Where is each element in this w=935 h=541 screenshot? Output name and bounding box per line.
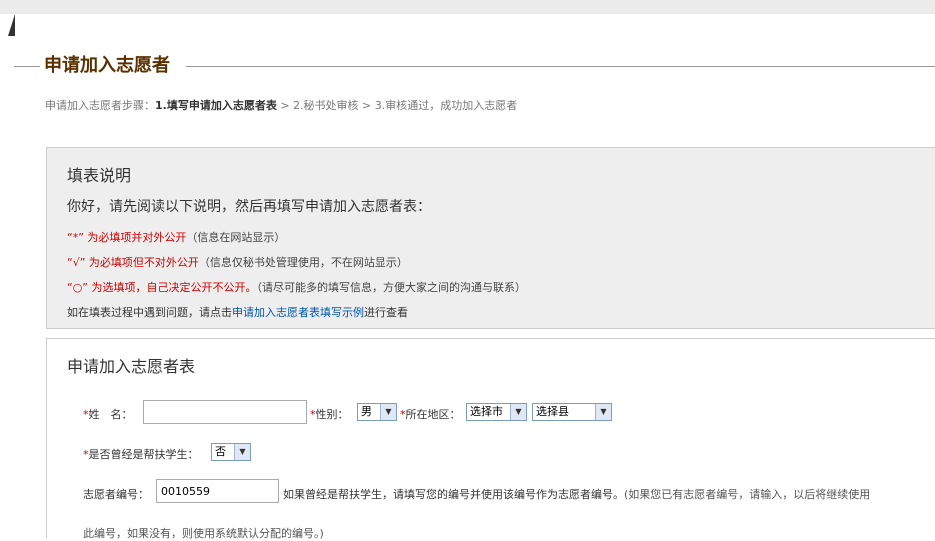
note-desc: （请尽可能多的填写信息，方便大家之间的沟通与联系） <box>256 281 527 294</box>
chevron-down-icon: ▼ <box>380 404 396 420</box>
name-input[interactable] <box>143 400 307 424</box>
note-required-private: “√” 为必填项但不对外公开 <box>67 256 199 269</box>
note-desc: （信息仅秘书处管理使用，不在网站显示） <box>198 256 408 269</box>
volunteer-id-hint: 如果曾经是帮扶学生，请填写您的编号并使用该编号作为志愿者编号。(如果您已有志愿者… <box>283 486 870 502</box>
instructions-greeting: 你好，请先阅读以下说明，然后再填写申请加入志愿者表： <box>67 199 431 215</box>
name-label: *姓 名： <box>83 408 133 421</box>
volunteer-id-input[interactable] <box>156 479 279 503</box>
corner-decoration <box>8 14 15 36</box>
chevron-down-icon: ▼ <box>510 404 526 420</box>
city-select[interactable]: 选择市 ▼ <box>466 403 527 421</box>
note-item: “*” 为必填项并对外公开（信息在网站显示） <box>67 229 285 245</box>
form-title: 申请加入志愿者表 <box>67 357 196 376</box>
chevron-down-icon: ▼ <box>595 404 611 420</box>
steps-prefix: 申请加入志愿者步骤： <box>45 99 155 112</box>
steps-current: 1.填写申请加入志愿者表 <box>155 99 277 112</box>
top-bar <box>0 0 935 14</box>
volunteer-id-label: 志愿者编号： <box>83 488 149 501</box>
page-title: 申请加入志愿者 <box>42 54 172 78</box>
help-line: 如在填表过程中遇到问题，请点击申请加入志愿者表填写示例进行查看 <box>67 304 408 320</box>
aided-select[interactable]: 否 ▼ <box>211 443 251 461</box>
aided-label: *是否曾经是帮扶学生： <box>83 448 199 461</box>
region-label: *所在地区： <box>400 408 461 421</box>
hint-continuation: 此编号，如果没有，则使用系统默认分配的编号。) <box>83 527 324 540</box>
title-rule-right <box>186 66 935 67</box>
instructions-panel: 填表说明 你好，请先阅读以下说明，然后再填写申请加入志愿者表： “*” 为必填项… <box>46 147 935 329</box>
gender-label: *性别： <box>310 408 349 421</box>
note-item: “√” 为必填项但不对外公开（信息仅秘书处管理使用，不在网站显示） <box>67 254 408 270</box>
note-desc: （信息在网站显示） <box>186 231 286 244</box>
title-rule-left <box>14 66 40 67</box>
hint-main: 如果曾经是帮扶学生，请填写您的编号并使用该编号作为志愿者编号。 <box>283 488 624 501</box>
application-form: 申请加入志愿者表 *姓 名： *性别： 男 ▼ *所在地区： 选择市 ▼ 选择县… <box>46 338 935 540</box>
chevron-down-icon: ▼ <box>234 444 250 460</box>
example-link[interactable]: 申请加入志愿者表填写示例 <box>232 306 364 319</box>
breadcrumb-steps: 申请加入志愿者步骤：1.填写申请加入志愿者表 > 2.秘书处审核 > 3.审核通… <box>45 97 517 113</box>
help-suffix: 进行查看 <box>364 306 408 319</box>
county-select[interactable]: 选择县 ▼ <box>532 403 612 421</box>
instructions-title: 填表说明 <box>67 166 132 185</box>
note-optional: “○” 为选填项，自己决定公开不公开。 <box>67 281 257 294</box>
note-required-public: “*” 为必填项并对外公开 <box>67 231 187 244</box>
steps-rest: > 2.秘书处审核 > 3.审核通过，成功加入志愿者 <box>276 99 518 112</box>
note-item: “○” 为选填项，自己决定公开不公开。（请尽可能多的填写信息，方便大家之间的沟通… <box>67 279 526 295</box>
help-prefix: 如在填表过程中遇到问题，请点击 <box>67 306 232 319</box>
hint-extra: (如果您已有志愿者编号，请输入，以后将继续使用 <box>624 488 871 501</box>
gender-select[interactable]: 男 ▼ <box>357 403 397 421</box>
